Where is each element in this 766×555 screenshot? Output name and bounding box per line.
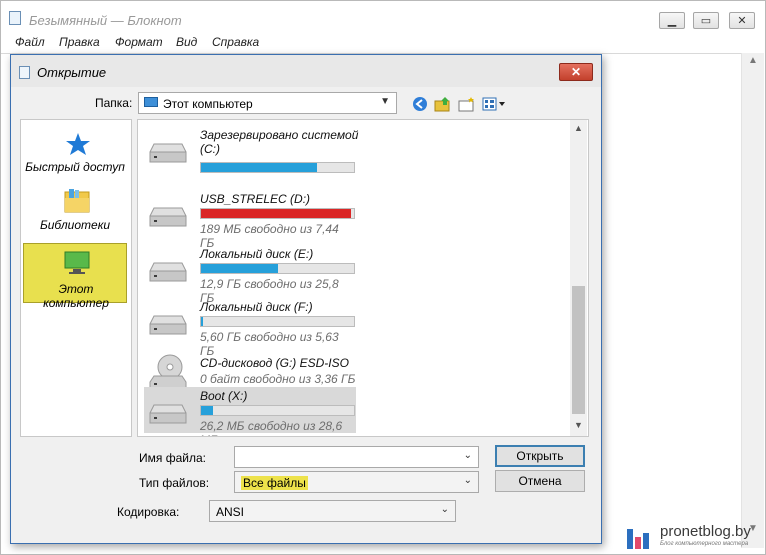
open-button[interactable]: Открыть	[495, 445, 585, 467]
editor-vertical-scrollbar[interactable]: ▲ ▼	[741, 53, 764, 548]
drive-name: USB_STRELEC (D:)	[200, 192, 311, 206]
watermark-tagline: Блог компьютерного мастера	[660, 541, 749, 547]
drive-list-scrollbar[interactable]: ▲ ▼	[570, 120, 587, 436]
library-folder-icon	[64, 189, 90, 213]
cd-drive-icon	[149, 354, 187, 389]
drive-usage-bar	[200, 162, 355, 173]
hard-drive-icon	[149, 262, 187, 282]
drive-name: Boot (X:)	[200, 389, 248, 403]
folder-label: Папка:	[95, 96, 133, 110]
place-libraries[interactable]: Библиотеки	[23, 186, 127, 244]
scroll-down-icon[interactable]: ▼	[570, 420, 587, 430]
watermark: pronetblog.by Блог компьютерного мастера	[620, 520, 766, 555]
drive-item-d[interactable]: USB_STRELEC (D:) 189 МБ свободно из 7,44…	[144, 190, 356, 250]
notepad-title: Безымянный — Блокнот	[29, 13, 182, 28]
menu-format[interactable]: Формат	[115, 35, 163, 49]
filetype-label: Тип файлов:	[139, 476, 210, 490]
maximize-button[interactable]: ▭	[693, 12, 719, 29]
places-bar: Быстрый доступ Библиотеки Этот компьютер	[20, 119, 132, 437]
drive-list: Зарезервировано системой (C:) USB_STRELE…	[137, 119, 589, 437]
notepad-title-bar[interactable]: Безымянный — Блокнот ▁ ▭ ✕	[1, 1, 765, 33]
back-icon[interactable]	[411, 95, 429, 113]
filename-input[interactable]: ⌄	[234, 446, 479, 468]
folder-value: Этот компьютер	[163, 97, 253, 111]
scroll-up-icon[interactable]: ▲	[742, 55, 764, 66]
dialog-close-button[interactable]: ✕	[559, 63, 593, 81]
drive-item-x[interactable]: Boot (X:) 26,2 МБ свободно из 28,6 МБ	[144, 387, 356, 436]
hard-drive-icon	[149, 404, 187, 424]
drive-name: CD-дисковод (G:) ESD-ISO	[200, 356, 349, 370]
hard-drive-icon	[149, 315, 187, 335]
drive-free-text: 26,2 МБ свободно из 28,6 МБ	[200, 419, 343, 436]
encoding-value: ANSI	[216, 505, 245, 519]
computer-small-icon	[144, 97, 158, 107]
drive-usage-bar	[200, 263, 355, 274]
chevron-down-icon: ⌄	[463, 475, 472, 486]
chevron-down-icon: ▼	[380, 96, 390, 107]
drive-name: Локальный диск (F:)	[200, 300, 313, 314]
menu-help[interactable]: Справка	[212, 35, 259, 49]
new-folder-icon[interactable]	[458, 95, 476, 113]
notepad-close-button[interactable]: ✕	[729, 12, 755, 29]
up-folder-icon[interactable]	[434, 95, 452, 113]
menu-view[interactable]: Вид	[176, 35, 197, 49]
dialog-title: Открытие	[37, 65, 107, 80]
menu-file[interactable]: Файл	[15, 35, 45, 49]
encoding-label: Кодировка:	[117, 505, 180, 519]
star-icon	[66, 133, 90, 155]
notepad-app-icon	[9, 11, 21, 25]
drive-item-e[interactable]: Локальный диск (E:) 12,9 ГБ свободно из …	[144, 245, 356, 305]
chevron-down-icon[interactable]: ⌄	[464, 450, 472, 461]
drive-item-f[interactable]: Локальный диск (F:) 5,60 ГБ свободно из …	[144, 298, 356, 358]
folder-dropdown[interactable]: Этот компьютер ▼	[138, 92, 397, 114]
drive-name: Локальный диск (E:)	[200, 247, 314, 261]
drive-usage-bar	[200, 405, 355, 416]
place-this-pc[interactable]: Этот компьютер	[23, 243, 127, 310]
cancel-button[interactable]: Отмена	[495, 470, 585, 492]
drive-item-c[interactable]: Зарезервировано системой (C:)	[144, 126, 358, 176]
place-quick-access[interactable]: Быстрый доступ	[23, 128, 127, 186]
dialog-title-bar[interactable]: Открытие ✕	[11, 55, 601, 87]
filename-label: Имя файла:	[139, 451, 206, 465]
encoding-dropdown[interactable]: ANSI ⌄	[209, 500, 456, 522]
open-file-dialog: Открытие ✕ Папка: Этот компьютер ▼ Быстр…	[10, 54, 602, 544]
filetype-dropdown[interactable]: Все файлы ⌄	[234, 471, 479, 493]
drive-usage-bar	[200, 208, 355, 219]
drive-usage-bar	[200, 316, 355, 327]
dialog-app-icon	[19, 66, 30, 79]
place-label: Библиотеки	[39, 218, 111, 232]
view-menu-icon[interactable]	[481, 95, 507, 113]
scroll-up-icon[interactable]: ▲	[570, 123, 587, 133]
menu-edit[interactable]: Правка	[59, 35, 100, 49]
drive-name: Зарезервировано системой (C:)	[200, 128, 359, 156]
place-label: Быстрый доступ	[25, 160, 125, 174]
logo-bars-icon	[627, 529, 649, 549]
computer-icon	[64, 251, 90, 274]
scrollbar-thumb[interactable]	[572, 286, 585, 414]
chevron-down-icon: ⌄	[440, 504, 449, 515]
hard-drive-icon	[149, 207, 187, 227]
menu-bar: Файл Правка Формат Вид Справка	[1, 33, 765, 53]
watermark-site: pronetblog.by	[660, 523, 751, 540]
drive-free-text: 0 байт свободно из 3,36 ГБ	[200, 372, 356, 386]
minimize-button[interactable]: ▁	[659, 12, 685, 29]
place-label: Этот компьютер	[43, 282, 109, 310]
filetype-value: Все файлы	[241, 476, 308, 490]
hard-drive-icon	[149, 143, 187, 163]
